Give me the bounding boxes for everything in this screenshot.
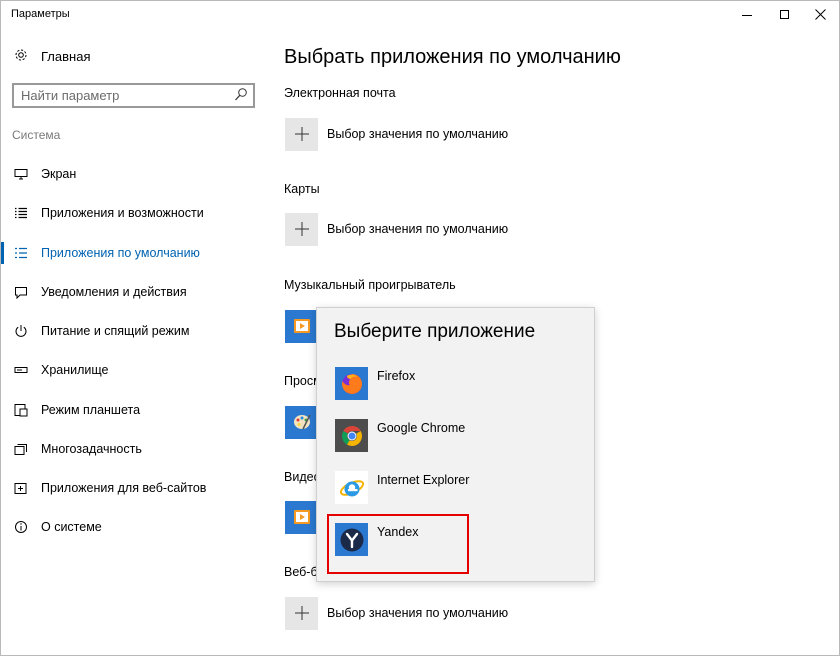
sidebar-item-label: Хранилище: [41, 363, 109, 377]
maximize-icon: [779, 9, 789, 19]
default-app-photo[interactable]: [285, 405, 318, 439]
web-apps-icon: [13, 480, 29, 496]
plus-icon: [285, 212, 318, 246]
plus-icon: [285, 596, 318, 630]
choose-app-popup: Выберите приложение Firefox Google Chrom…: [316, 307, 595, 582]
maximize-button[interactable]: [766, 1, 802, 27]
storage-icon: [13, 362, 29, 378]
app-option-label: Google Chrome: [377, 421, 466, 435]
minimize-button[interactable]: [729, 1, 765, 27]
sidebar-item-multitasking[interactable]: Многозадачность: [1, 435, 261, 463]
app-option-label: Internet Explorer: [377, 473, 470, 487]
sidebar-item-label: Режим планшета: [41, 403, 141, 417]
search-input[interactable]: [21, 87, 221, 104]
sidebar-item-display[interactable]: Экран: [1, 160, 261, 188]
sidebar-item-web-apps[interactable]: Приложения для веб-сайтов: [1, 474, 261, 502]
sidebar-home-label: Главная: [41, 48, 91, 64]
close-icon: [814, 8, 826, 20]
default-app-email[interactable]: Выбор значения по умолчанию: [285, 117, 508, 151]
title-bar: Параметры: [1, 1, 839, 27]
chrome-icon: [335, 419, 368, 452]
close-button[interactable]: [802, 1, 838, 27]
info-icon: [13, 519, 29, 535]
paint-icon: [285, 405, 318, 439]
sidebar-item-label: Многозадачность: [41, 442, 142, 456]
sidebar-item-label: Уведомления и действия: [41, 285, 187, 299]
sidebar-item-default-apps[interactable]: Приложения по умолчанию: [1, 239, 261, 267]
sidebar-item-label: Приложения по умолчанию: [41, 246, 200, 260]
tablet-icon: [13, 402, 29, 418]
multitask-icon: [13, 441, 29, 457]
app-option-firefox[interactable]: Firefox: [335, 367, 585, 402]
internet-explorer-icon: [335, 471, 368, 504]
category-music-label: Музыкальный проигрыватель: [284, 278, 456, 292]
app-option-chrome[interactable]: Google Chrome: [335, 419, 585, 454]
list-icon: [13, 205, 29, 221]
default-app-label: Выбор значения по умолчанию: [327, 222, 509, 236]
minimize-icon: [742, 14, 752, 16]
default-app-video[interactable]: [285, 500, 318, 534]
sidebar-item-power[interactable]: Питание и спящий режим: [1, 317, 261, 345]
sidebar-item-label: Экран: [41, 167, 77, 181]
category-maps-label: Карты: [284, 182, 320, 196]
default-app-label: Выбор значения по умолчанию: [327, 606, 509, 620]
app-option-internet-explorer[interactable]: Internet Explorer: [335, 471, 585, 506]
sidebar-item-label: Приложения для веб-сайтов: [41, 481, 207, 495]
highlight-box: [327, 514, 469, 574]
media-player-icon: [285, 309, 318, 343]
media-player-icon: [285, 500, 318, 534]
default-apps-icon: [13, 245, 29, 261]
sidebar-section-title: Система: [12, 128, 61, 142]
sidebar-home[interactable]: Главная: [13, 46, 90, 66]
search-box[interactable]: [12, 83, 255, 108]
default-app-browser[interactable]: Выбор значения по умолчанию: [285, 596, 508, 630]
sidebar-item-tablet[interactable]: Режим планшета: [1, 396, 261, 424]
power-icon: [13, 323, 29, 339]
sidebar-item-label: О системе: [41, 520, 102, 534]
plus-icon: [285, 117, 318, 151]
sidebar-item-label: Питание и спящий режим: [41, 324, 190, 338]
default-app-music[interactable]: [285, 309, 318, 343]
category-browser-label: Веб-б: [284, 565, 318, 579]
sidebar-item-about[interactable]: О системе: [1, 513, 261, 541]
default-app-label: Выбор значения по умолчанию: [327, 127, 509, 141]
sidebar-item-storage[interactable]: Хранилище: [1, 356, 261, 384]
search-icon[interactable]: [234, 87, 248, 103]
firefox-icon: [335, 367, 368, 400]
window-title: Параметры: [11, 8, 70, 20]
gear-icon: [13, 48, 29, 65]
page-title: Выбрать приложения по умолчанию: [284, 46, 621, 68]
notification-icon: [13, 284, 29, 300]
display-icon: [13, 166, 29, 182]
sidebar-item-apps-features[interactable]: Приложения и возможности: [1, 199, 261, 227]
sidebar-item-notifications[interactable]: Уведомления и действия: [1, 278, 261, 306]
app-option-label: Firefox: [377, 369, 416, 383]
default-app-maps[interactable]: Выбор значения по умолчанию: [285, 212, 508, 246]
settings-window: Параметры Главная Система Экран Приложен…: [0, 0, 840, 656]
sidebar-item-label: Приложения и возможности: [41, 206, 204, 220]
category-email-label: Электронная почта: [284, 86, 396, 100]
popup-title: Выберите приложение: [334, 321, 536, 342]
